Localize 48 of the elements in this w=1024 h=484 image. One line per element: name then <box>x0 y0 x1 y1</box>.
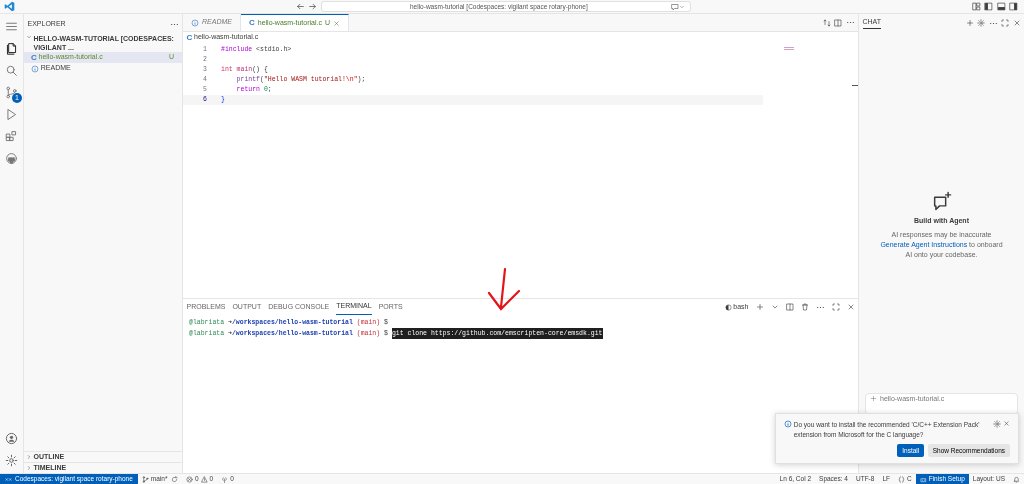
account-icon[interactable] <box>5 432 18 445</box>
split-editor-icon[interactable] <box>834 18 842 27</box>
compare-changes-icon[interactable] <box>822 18 831 27</box>
run-debug-icon[interactable] <box>5 108 18 121</box>
back-arrow-icon[interactable] <box>295 2 305 11</box>
warning-icon <box>200 475 208 483</box>
plus-icon[interactable] <box>755 303 764 311</box>
split-terminal-icon[interactable] <box>785 303 794 311</box>
scrollbar-marker <box>852 85 858 86</box>
plus-icon[interactable] <box>870 395 877 402</box>
forward-arrow-icon[interactable] <box>308 2 318 11</box>
toggle-sidebar-icon[interactable] <box>984 2 994 11</box>
toggle-panel-icon[interactable] <box>996 2 1006 11</box>
maximize-icon[interactable] <box>1001 19 1009 27</box>
plus-icon[interactable] <box>965 19 974 27</box>
chevron-down-icon <box>25 34 32 40</box>
bell-icon[interactable] <box>1013 475 1020 483</box>
close-icon[interactable] <box>1003 420 1010 427</box>
toggle-secondary-sidebar-icon[interactable] <box>1009 2 1019 11</box>
trash-icon[interactable] <box>800 303 809 311</box>
settings-icon[interactable] <box>993 420 1002 428</box>
settings-icon[interactable] <box>977 19 985 27</box>
menu-icon[interactable] <box>5 20 18 33</box>
remote-icon <box>5 475 12 483</box>
braces-icon <box>898 475 905 483</box>
info-icon <box>31 64 39 73</box>
source-control-icon[interactable] <box>5 86 18 99</box>
branch-icon <box>141 475 149 483</box>
error-icon <box>185 475 193 483</box>
search-icon[interactable] <box>5 64 18 77</box>
info-icon <box>784 420 792 428</box>
close-icon[interactable] <box>1012 19 1021 27</box>
chat-icon[interactable] <box>670 2 679 11</box>
files-icon[interactable] <box>5 42 18 55</box>
sync-icon[interactable] <box>171 475 179 483</box>
layout-controls-icon[interactable] <box>971 2 981 11</box>
c-file-icon: C <box>31 53 37 62</box>
settings-icon[interactable] <box>5 454 18 467</box>
close-icon[interactable] <box>333 19 340 27</box>
c-file-icon: C <box>186 33 193 42</box>
vscode-logo-icon <box>4 1 15 12</box>
antenna-icon <box>221 475 229 483</box>
caret-icon[interactable] <box>770 303 779 311</box>
extensions-icon[interactable] <box>5 130 18 143</box>
maximize-icon[interactable] <box>831 303 840 311</box>
c-file-icon: C <box>248 19 255 27</box>
close-icon[interactable] <box>846 303 855 311</box>
info-icon <box>191 18 199 27</box>
